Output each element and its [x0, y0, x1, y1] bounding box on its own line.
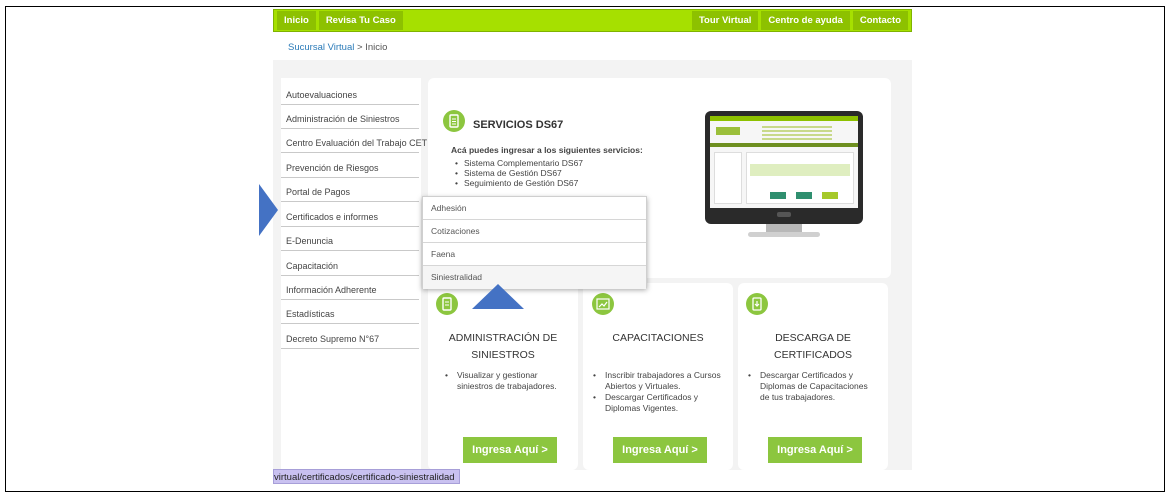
services-list: Sistema Complementario DS67 Sistema de G… [455, 158, 583, 188]
breadcrumb-link[interactable]: Sucursal Virtual [288, 42, 354, 53]
nav-contacto[interactable]: Contacto [852, 11, 908, 30]
download-icon [746, 293, 768, 315]
list-item[interactable]: Sistema de Gestión DS67 [455, 168, 583, 178]
submenu-item-cotizaciones[interactable]: Cotizaciones [423, 220, 646, 243]
list-item[interactable]: Sistema Complementario DS67 [455, 158, 583, 168]
submenu-item-adhesion[interactable]: Adhesión [423, 197, 646, 220]
breadcrumb-separator: > [354, 42, 366, 53]
screen-menu [710, 143, 858, 147]
list-item: Visualizar y gestionar siniestros de tra… [445, 370, 570, 392]
list-item: Descargar Certificados y Diplomas Vigent… [593, 392, 728, 414]
nav-centro-de-ayuda[interactable]: Centro de ayuda [761, 11, 850, 30]
frame-bottom-line [5, 491, 1165, 492]
screen-highlight [750, 164, 850, 176]
list-item: Inscribir trabajadores a Cursos Abiertos… [593, 370, 728, 392]
sidebar-item-centro-evaluacion[interactable]: Centro Evaluación del Trabajo CET [281, 134, 427, 153]
card-list: Inscribir trabajadores a Cursos Abiertos… [593, 370, 728, 414]
list-item: Descargar Certificados y Diplomas de Cap… [748, 370, 878, 403]
card-list: Descargar Certificados y Diplomas de Cap… [748, 370, 878, 403]
monitor-base [748, 232, 820, 237]
screen-logo [716, 127, 740, 135]
breadcrumb-current: Inicio [365, 42, 388, 53]
nav-tour-virtual[interactable]: Tour Virtual [691, 11, 759, 30]
annotation-arrow-up-icon [472, 284, 524, 309]
sidebar-item-certificados-informes[interactable]: Certificados e informes [281, 208, 419, 227]
card-title-line: DESCARGA DE [775, 332, 851, 344]
card-title-line: CAPACITACIONES [612, 332, 704, 344]
breadcrumb: Sucursal Virtual > Inicio [288, 42, 387, 53]
certificados-submenu: Adhesión Cotizaciones Faena Siniestralid… [422, 196, 647, 289]
top-nav: Inicio Revisa Tu Caso Tour Virtual Centr… [273, 9, 912, 32]
monitor-screen [710, 116, 858, 208]
ingresa-button-siniestros[interactable]: Ingresa Aquí > [463, 437, 557, 463]
sidebar-item-portal-pagos[interactable]: Portal de Pagos [281, 183, 419, 202]
list-item[interactable]: Seguimiento de Gestión DS67 [455, 178, 583, 188]
sidebar-item-e-denuncia[interactable]: E-Denuncia [281, 232, 419, 251]
screen-button [822, 192, 838, 199]
services-subtitle: Acá puedes ingresar a los siguientes ser… [451, 145, 643, 155]
ingresa-button-certificados[interactable]: Ingresa Aquí > [768, 437, 862, 463]
submenu-item-siniestralidad[interactable]: Siniestralidad [423, 266, 646, 289]
card-title-line: CERTIFICADOS [774, 349, 852, 361]
card-title-line: SINIESTROS [471, 349, 535, 361]
screen-button [770, 192, 786, 199]
sidebar-item-prevencion-riesgos[interactable]: Prevención de Riesgos [281, 159, 419, 178]
sidebar-item-decreto-supremo[interactable]: Decreto Supremo N°67 [281, 330, 419, 349]
document-icon [443, 110, 465, 132]
card-title-line: ADMINISTRACIÓN DE [448, 332, 558, 344]
card-title: CAPACITACIONES [583, 330, 733, 347]
annotation-arrow-right-icon [259, 184, 278, 236]
card-list: Visualizar y gestionar siniestros de tra… [445, 370, 570, 392]
monitor-illustration [705, 111, 863, 224]
card-title: DESCARGA DE CERTIFICADOS [738, 330, 888, 364]
card-title: ADMINISTRACIÓN DE SINIESTROS [428, 330, 578, 364]
screen-sidebar [714, 152, 742, 204]
nav-inicio[interactable]: Inicio [277, 11, 316, 30]
document-icon [436, 293, 458, 315]
services-title: SERVICIOS DS67 [473, 119, 564, 131]
status-bar-url: virtual/certificados/certificado-siniest… [273, 469, 460, 484]
sidebar-item-autoevaluaciones[interactable]: Autoevaluaciones [281, 86, 419, 105]
submenu-item-faena[interactable]: Faena [423, 243, 646, 266]
nav-revisa-tu-caso[interactable]: Revisa Tu Caso [318, 11, 403, 30]
sidebar: Autoevaluaciones Administración de Sinie… [281, 78, 427, 470]
sidebar-item-administracion-siniestros[interactable]: Administración de Siniestros [281, 110, 419, 129]
screen-topbar [710, 116, 858, 121]
chart-icon [592, 293, 614, 315]
monitor-chin [777, 212, 791, 217]
ingresa-button-capacitaciones[interactable]: Ingresa Aquí > [613, 437, 707, 463]
sidebar-item-capacitacion[interactable]: Capacitación [281, 257, 419, 276]
sidebar-item-estadisticas[interactable]: Estadísticas [281, 305, 419, 324]
sidebar-item-informacion-adherente[interactable]: Información Adherente [281, 281, 419, 300]
screen-text-lines [762, 126, 832, 128]
nav-right-group: Tour Virtual Centro de ayuda Contacto [689, 11, 908, 30]
screen-button [796, 192, 812, 199]
